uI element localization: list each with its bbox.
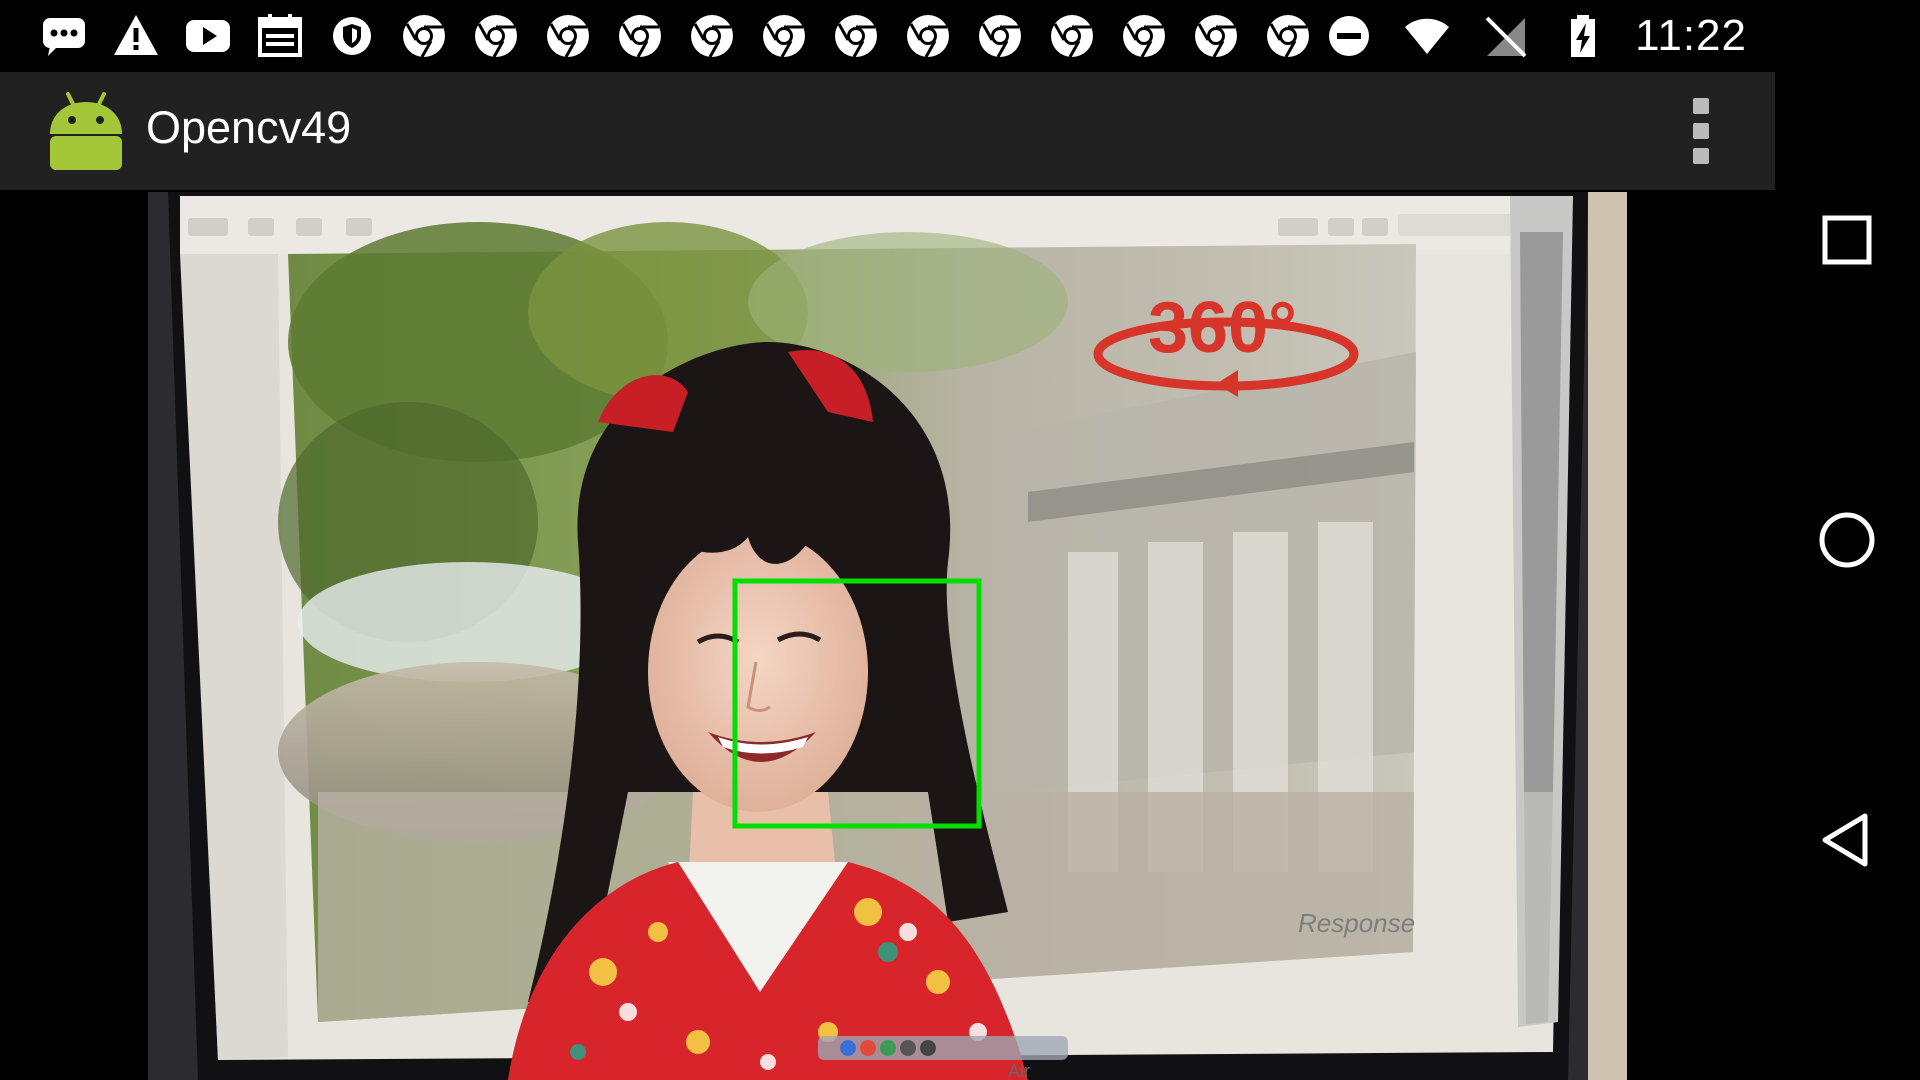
back-icon [1822, 813, 1868, 867]
recents-icon [1822, 215, 1872, 265]
home-icon [1819, 512, 1875, 568]
app-bar: Opencv49 [0, 72, 1775, 190]
chrome-icon [676, 0, 748, 72]
chrome-icon [1036, 0, 1108, 72]
do-not-disturb-icon [1313, 0, 1385, 72]
android-app-icon [50, 92, 122, 170]
chrome-icon [964, 0, 1036, 72]
chrome-icon [1108, 0, 1180, 72]
photo-watermark: Response [1298, 908, 1415, 938]
home-button[interactable] [1811, 504, 1883, 576]
back-button[interactable] [1811, 804, 1883, 876]
more-messages-icon [28, 0, 100, 72]
no-sim-icon [1469, 0, 1541, 72]
navigation-bar [1775, 0, 1920, 1080]
system-icons: 11:22 [1313, 0, 1747, 72]
chrome-icon [604, 0, 676, 72]
360-badge-label: 360° [1148, 288, 1297, 368]
youtube-icon [172, 0, 244, 72]
calendar-icon [244, 0, 316, 72]
wifi-icon [1391, 0, 1463, 72]
notification-icons [28, 0, 1324, 72]
camera-preview: 360° Response Air [148, 192, 1627, 1080]
app-title: Opencv49 [146, 102, 352, 153]
chrome-icon [460, 0, 532, 72]
clock: 11:22 [1635, 11, 1747, 60]
recents-button[interactable] [1811, 204, 1883, 276]
chrome-icon [820, 0, 892, 72]
camera-scene: 360° Response Air [148, 192, 1627, 1080]
more-vert-icon[interactable] [1689, 98, 1713, 164]
chrome-icon [892, 0, 964, 72]
chrome-icon [1180, 0, 1252, 72]
warning-icon [100, 0, 172, 72]
chrome-icon [748, 0, 820, 72]
vpn-shield-icon [316, 0, 388, 72]
chrome-icon [532, 0, 604, 72]
battery-charging-icon [1547, 0, 1619, 72]
laptop-label: Air [1008, 1061, 1030, 1080]
chrome-icon [388, 0, 460, 72]
status-bar: 11:22 [0, 0, 1775, 72]
